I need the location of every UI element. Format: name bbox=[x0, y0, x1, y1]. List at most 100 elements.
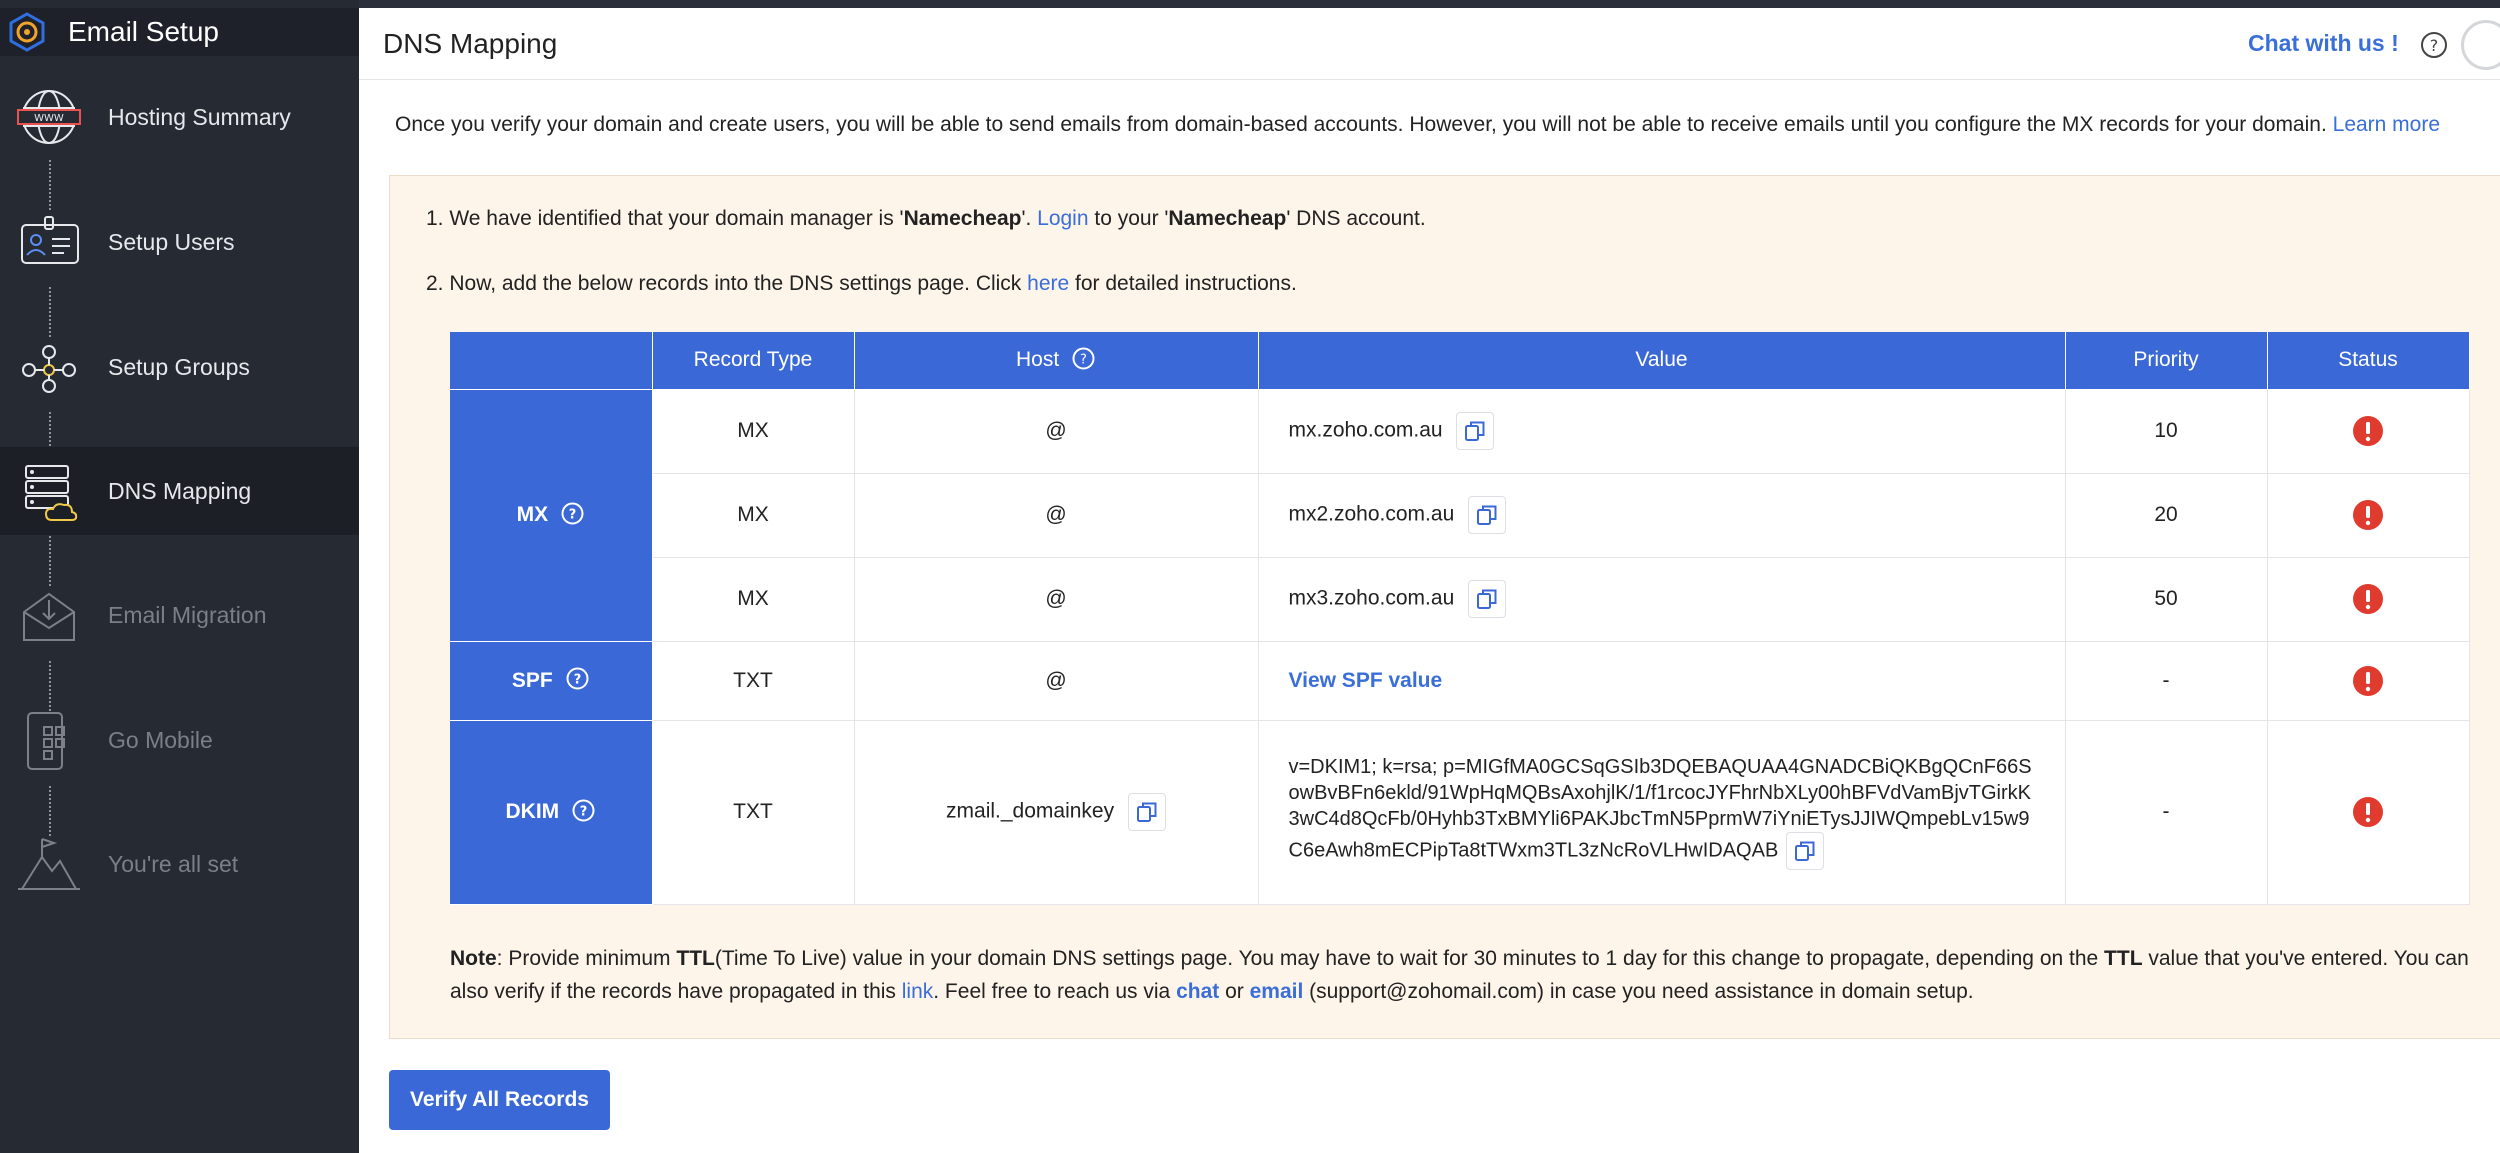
server-cloud-icon bbox=[25, 465, 78, 521]
sidebar-item-label: Go Mobile bbox=[108, 726, 213, 753]
host-cell: @ bbox=[853, 388, 1259, 474]
note-text: : Provide minimum bbox=[496, 947, 677, 970]
priority-cell: - bbox=[2064, 640, 2268, 721]
intro-text: Once you verify your domain and create u… bbox=[395, 113, 2440, 137]
error-status-icon[interactable] bbox=[2352, 415, 2384, 447]
status-cell bbox=[2266, 388, 2470, 474]
copy-button[interactable] bbox=[1456, 412, 1495, 450]
mountain-flag-icon bbox=[18, 838, 80, 890]
domain-manager-name: Namecheap bbox=[1168, 207, 1287, 230]
error-status-icon[interactable] bbox=[2352, 583, 2384, 615]
sidebar-item-label: Hosting Summary bbox=[108, 103, 291, 130]
dkim-group-label: DKIM ? bbox=[450, 719, 653, 905]
instructions-here-link[interactable]: here bbox=[1027, 272, 1069, 295]
sidebar: Email Setup WWW Hosting Summary Setup Us… bbox=[0, 0, 359, 1153]
login-link[interactable]: Login bbox=[1037, 207, 1088, 230]
step-2: 2. Now, add the below records into the D… bbox=[426, 272, 1297, 296]
copy-button[interactable] bbox=[1468, 580, 1507, 618]
group-label: MX bbox=[516, 503, 549, 526]
avatar[interactable] bbox=[2461, 20, 2500, 70]
table-row: DKIM ? TXT zmail._domainkey v=DKIM1; k=r… bbox=[450, 719, 2470, 905]
verify-all-records-button[interactable]: Verify All Records bbox=[389, 1070, 610, 1130]
zoho-mail-logo-icon bbox=[9, 12, 45, 52]
column-header-host: Host ? bbox=[853, 332, 1259, 390]
record-type-cell: TXT bbox=[651, 719, 855, 905]
sidebar-item-setup-groups[interactable]: Setup Groups bbox=[0, 323, 359, 411]
value-cell: mx3.zoho.com.au bbox=[1257, 556, 2066, 642]
value-cell: mx2.zoho.com.au bbox=[1257, 472, 2066, 558]
sidebar-item-go-mobile[interactable]: Go Mobile bbox=[0, 696, 359, 784]
sidebar-item-hosting-summary[interactable]: WWW Hosting Summary bbox=[0, 73, 359, 161]
note-text: or bbox=[1219, 980, 1250, 1003]
priority-cell: 10 bbox=[2064, 388, 2268, 474]
record-value: mx2.zoho.com.au bbox=[1288, 502, 1455, 526]
question-icon[interactable]: ? bbox=[560, 501, 585, 526]
note-text: (Time To Live) value in your domain DNS … bbox=[714, 947, 2105, 970]
priority-cell: 50 bbox=[2064, 556, 2268, 642]
error-status-icon[interactable] bbox=[2352, 499, 2384, 531]
group-column-header bbox=[450, 332, 653, 390]
sidebar-item-setup-users[interactable]: Setup Users bbox=[0, 198, 359, 286]
value-cell: View SPF value bbox=[1257, 640, 2066, 721]
sidebar-item-label: Email Migration bbox=[108, 601, 267, 628]
spf-group-label: SPF ? bbox=[450, 640, 653, 721]
sidebar-item-youre-all-set[interactable]: You're all set bbox=[0, 820, 359, 908]
view-spf-value-link[interactable]: View SPF value bbox=[1289, 669, 1443, 692]
chat-link[interactable]: chat bbox=[1176, 980, 1219, 1003]
email-link[interactable]: email bbox=[1250, 980, 1304, 1003]
table-row: MX @ mx3.zoho.com.au 50 bbox=[450, 556, 2470, 642]
note-ttl: TTL bbox=[2104, 947, 2143, 970]
copy-icon bbox=[1795, 841, 1815, 861]
status-cell bbox=[2266, 472, 2470, 558]
host-cell: @ bbox=[853, 640, 1259, 721]
host-cell: @ bbox=[853, 472, 1259, 558]
record-type-cell: MX bbox=[651, 556, 855, 642]
copy-button[interactable] bbox=[1127, 793, 1166, 831]
column-header-status: Status bbox=[2266, 332, 2470, 390]
chat-with-us-link[interactable]: Chat with us ! bbox=[2248, 30, 2399, 57]
question-icon[interactable]: ? bbox=[571, 798, 596, 823]
help-icon[interactable]: ? bbox=[2419, 30, 2449, 60]
group-label: SPF bbox=[511, 668, 553, 692]
copy-icon bbox=[1477, 589, 1497, 609]
note-text: (support@zohomail.com) in case you need … bbox=[1303, 980, 1974, 1003]
error-status-icon[interactable] bbox=[2352, 665, 2384, 697]
status-cell bbox=[2266, 719, 2470, 905]
mobile-apps-icon bbox=[27, 712, 65, 770]
table-row: MX ? MX @ mx.zoho.com.au 10 bbox=[450, 388, 2470, 642]
app-title: Email Setup bbox=[68, 16, 219, 47]
record-type-cell: MX bbox=[651, 472, 855, 558]
group-label: DKIM bbox=[505, 800, 560, 823]
learn-more-link[interactable]: Learn more bbox=[2333, 113, 2440, 136]
sidebar-item-dns-mapping[interactable]: DNS Mapping bbox=[0, 447, 359, 535]
svg-text:?: ? bbox=[2430, 36, 2439, 55]
step-2-prefix: 2. Now, add the below records into the D… bbox=[426, 272, 1028, 295]
ttl-note: Note: Provide minimum TTL(Time To Live) … bbox=[450, 942, 2470, 1008]
error-status-icon[interactable] bbox=[2352, 796, 2384, 828]
dns-records-table: Record Type Host ? Value Priority Status… bbox=[450, 332, 2470, 905]
value-cell: v=DKIM1; k=rsa; p=MIGfMA0GCSqGSIb3DQEBAQ… bbox=[1257, 719, 2066, 905]
domain-manager-name: Namecheap bbox=[903, 207, 1022, 230]
sidebar-item-label: Setup Groups bbox=[108, 353, 250, 380]
sidebar-item-label: You're all set bbox=[108, 850, 239, 877]
copy-button[interactable] bbox=[1786, 832, 1825, 870]
question-icon[interactable]: ? bbox=[565, 666, 590, 691]
step-2-suffix: for detailed instructions. bbox=[1069, 272, 1297, 295]
host-header-label: Host bbox=[1015, 348, 1060, 372]
copy-button[interactable] bbox=[1468, 496, 1507, 534]
status-cell bbox=[2266, 640, 2470, 721]
sidebar-item-email-migration[interactable]: Email Migration bbox=[0, 571, 359, 659]
propagation-link[interactable]: link bbox=[902, 980, 934, 1003]
question-icon[interactable]: ? bbox=[1071, 346, 1096, 371]
page-title: DNS Mapping bbox=[383, 28, 558, 59]
svg-text:?: ? bbox=[580, 804, 588, 819]
record-value: mx3.zoho.com.au bbox=[1288, 586, 1455, 610]
note-ttl: TTL bbox=[676, 947, 715, 970]
note-text: . Feel free to reach us via bbox=[933, 980, 1177, 1003]
column-header-record-type: Record Type bbox=[651, 332, 855, 390]
step-1: 1. We have identified that your domain m… bbox=[426, 207, 1426, 231]
copy-icon bbox=[1477, 505, 1497, 525]
top-border bbox=[0, 0, 2500, 8]
column-header-value: Value bbox=[1257, 332, 2066, 390]
host-cell: @ bbox=[853, 556, 1259, 642]
